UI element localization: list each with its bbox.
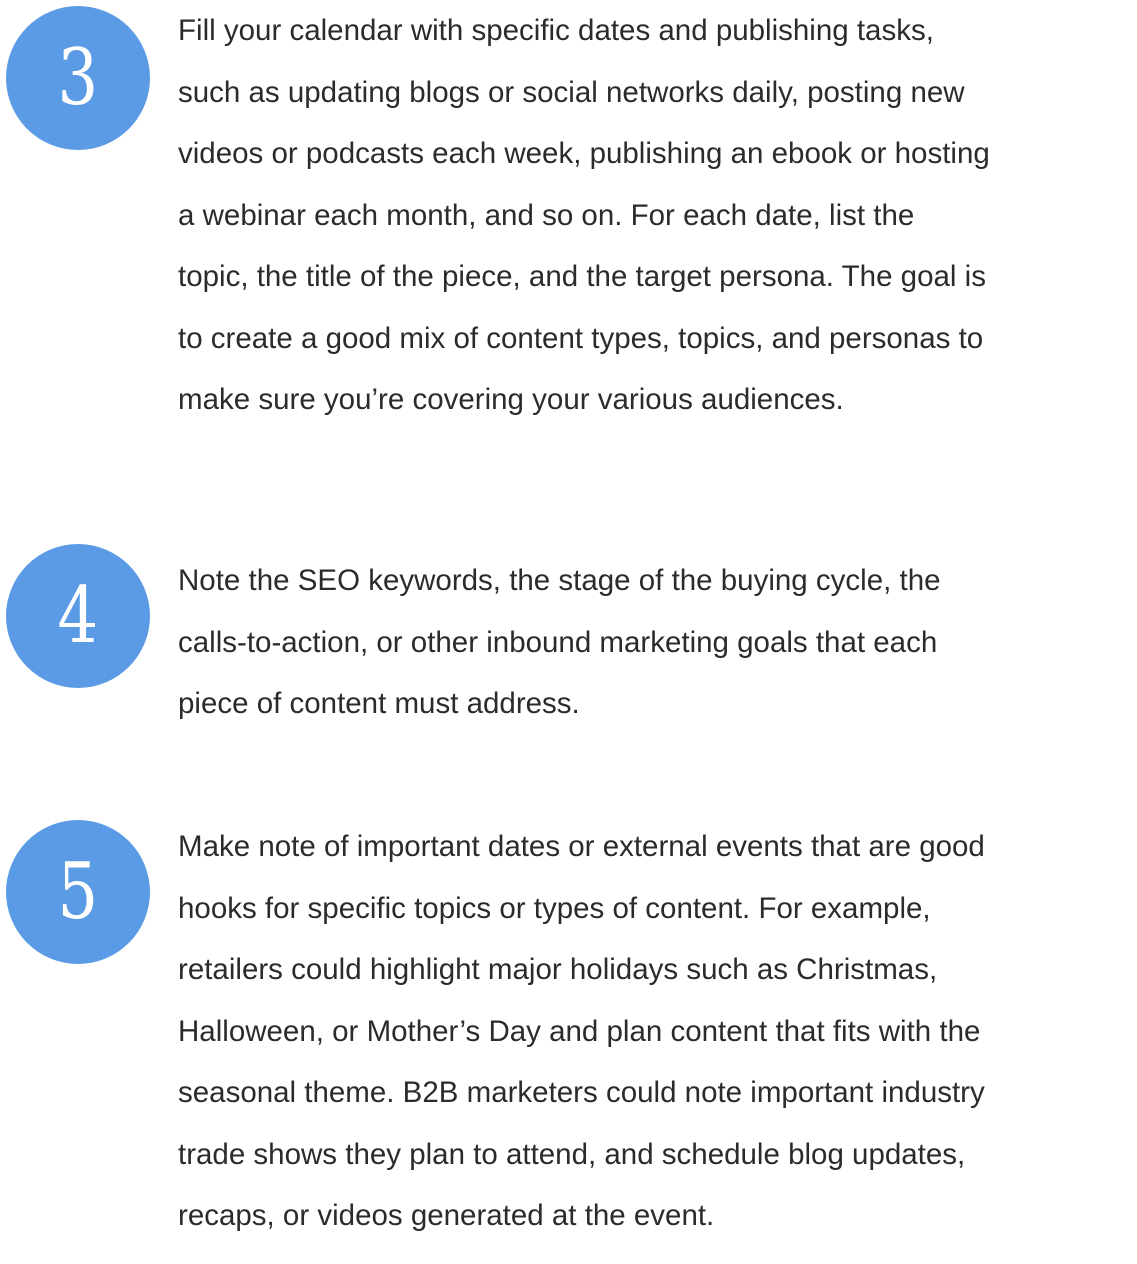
step-number: 3: [57, 33, 99, 123]
text-line: calls-to-action, or other inbound market…: [178, 625, 938, 659]
text-line: retailers could highlight major holidays…: [178, 953, 938, 986]
text-line: Halloween, or Mother’s Day and plan cont…: [178, 1014, 981, 1048]
step-number-badge: 5: [6, 820, 150, 964]
text-line: hooks for specific topics or types of co…: [178, 891, 931, 925]
text-line: make sure you’re covering your various a…: [178, 383, 844, 416]
text-line: seasonal theme. B2B marketers could note…: [178, 1076, 985, 1109]
text-line: videos or podcasts each week, publishing…: [178, 137, 990, 170]
step-description: Fill your calendar with specific dates a…: [178, 0, 1136, 431]
text-line: a webinar each month, and so on. For eac…: [178, 198, 915, 232]
text-line: trade shows they plan to attend, and sch…: [178, 1137, 966, 1171]
text-line: piece of content must address.: [178, 687, 580, 720]
step-number-badge: 4: [6, 544, 150, 688]
text-line: Fill your calendar with specific dates a…: [178, 14, 934, 47]
step-number: 4: [57, 571, 99, 661]
text-line: such as updating blogs or social network…: [178, 75, 965, 109]
step-description: Note the SEO keywords, the stage of the …: [178, 550, 1136, 735]
step-number: 5: [57, 847, 99, 937]
text-line: to create a good mix of content types, t…: [178, 321, 984, 355]
text-line: topic, the title of the piece, and the t…: [178, 260, 986, 293]
text-line: Make note of important dates or external…: [178, 830, 985, 863]
step-description: Make note of important dates or external…: [178, 816, 1136, 1247]
step-number-badge: 3: [6, 6, 150, 150]
text-line: Note the SEO keywords, the stage of the …: [178, 564, 941, 597]
text-line: recaps, or videos generated at the event…: [178, 1199, 715, 1232]
